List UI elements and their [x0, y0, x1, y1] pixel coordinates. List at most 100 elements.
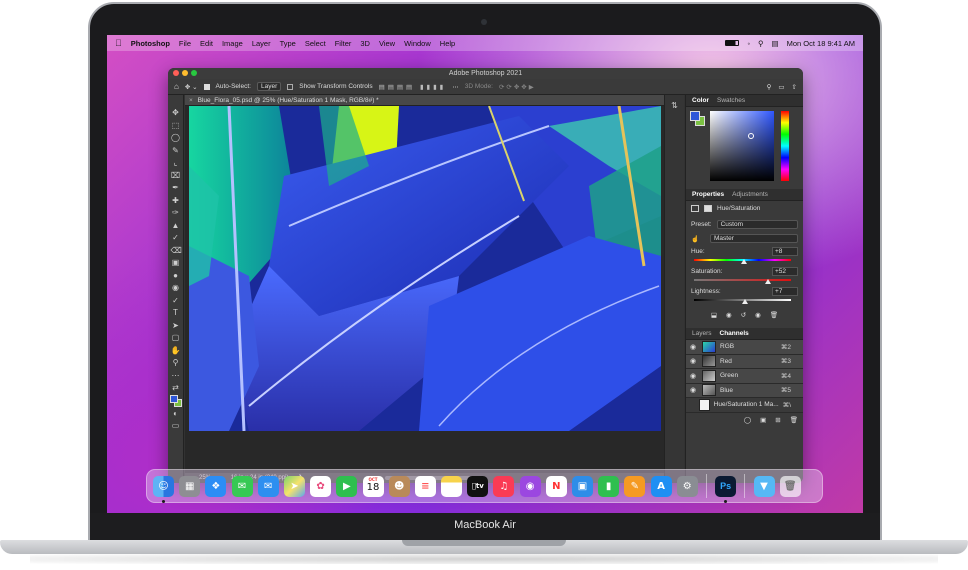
- move-tool-icon[interactable]: ✥ ⌄: [185, 83, 198, 91]
- mail-icon[interactable]: ✉: [257, 475, 279, 497]
- path-select-tool-icon[interactable]: ➤: [171, 320, 181, 332]
- maps-icon[interactable]: ➤: [283, 475, 305, 497]
- move-tool-icon[interactable]: ✥: [171, 107, 181, 119]
- hand-tool-icon[interactable]: ✋: [171, 345, 181, 357]
- apple-menu-icon[interactable]: : [115, 38, 122, 48]
- healing-tool-icon[interactable]: ✚: [171, 195, 181, 207]
- channel-row[interactable]: ◉ Blue ⌘5: [686, 383, 803, 398]
- facetime-icon[interactable]: ▶: [336, 475, 358, 497]
- close-button[interactable]: [173, 70, 179, 76]
- fg-bg-swatch[interactable]: [690, 111, 706, 127]
- save-selection-icon[interactable]: ▣: [760, 416, 766, 424]
- hue-thumb[interactable]: [741, 259, 748, 264]
- system-preferences-icon[interactable]: ⚙: [676, 475, 698, 497]
- tab-swatches[interactable]: Swatches: [717, 97, 745, 104]
- swap-colors-icon[interactable]: ⇄: [171, 382, 181, 394]
- menu-app-name[interactable]: Photoshop: [131, 39, 170, 48]
- hue-slider[interactable]: [781, 111, 789, 181]
- calendar-icon[interactable]: OCT 18: [362, 475, 384, 497]
- eye-icon[interactable]: ◉: [690, 343, 698, 351]
- transform-controls-checkbox[interactable]: [287, 83, 294, 90]
- channel-row[interactable]: ◉ RGB ⌘2: [686, 340, 803, 355]
- targeted-adjustment-icon[interactable]: ☝: [691, 235, 705, 243]
- trash-icon[interactable]: 🗑: [779, 475, 801, 497]
- stamp-tool-icon[interactable]: ▲: [171, 220, 181, 232]
- zoom-button[interactable]: [191, 70, 197, 76]
- more-options-icon[interactable]: ⋯: [452, 83, 459, 91]
- foreground-background-swatch[interactable]: [169, 394, 182, 407]
- podcasts-icon[interactable]: ◉: [519, 475, 541, 497]
- history-icon[interactable]: ⇅: [665, 101, 684, 110]
- launchpad-icon[interactable]: ▦: [179, 475, 201, 497]
- menu-select[interactable]: Select: [305, 39, 326, 48]
- battery-icon[interactable]: [725, 40, 740, 46]
- tab-channels[interactable]: Channels: [720, 330, 749, 337]
- view-previous-icon[interactable]: ◉: [726, 311, 732, 319]
- menu-view[interactable]: View: [379, 39, 395, 48]
- auto-select-dropdown[interactable]: Layer: [256, 82, 282, 91]
- lightness-thumb[interactable]: [742, 299, 749, 304]
- channel-row[interactable]: Hue/Saturation 1 Ma... ⌘\: [686, 398, 803, 413]
- delete-icon[interactable]: 🗑: [770, 311, 778, 319]
- frame-tool-icon[interactable]: ⌧: [171, 170, 181, 182]
- delete-icon[interactable]: 🗑: [790, 416, 798, 424]
- saturation-value[interactable]: +52: [772, 267, 798, 276]
- reminders-icon[interactable]: ≡: [414, 475, 436, 497]
- auto-select-checkbox[interactable]: [203, 83, 210, 90]
- quick-select-tool-icon[interactable]: ✎: [171, 145, 181, 157]
- clip-to-layer-icon[interactable]: ⬓: [711, 311, 717, 319]
- photos-icon[interactable]: ✿: [310, 475, 332, 497]
- notes-icon[interactable]: [441, 475, 463, 497]
- lightness-value[interactable]: +7: [772, 287, 798, 296]
- search-icon[interactable]: ⚲: [767, 83, 772, 91]
- preset-dropdown[interactable]: Custom: [716, 220, 798, 229]
- share-icon[interactable]: ⇧: [792, 83, 797, 91]
- menu-edit[interactable]: Edit: [200, 39, 213, 48]
- marquee-tool-icon[interactable]: ⬚: [171, 120, 181, 132]
- tab-layers[interactable]: Layers: [692, 330, 712, 337]
- menu-image[interactable]: Image: [222, 39, 243, 48]
- menu-type[interactable]: Type: [280, 39, 296, 48]
- screen-mode-icon[interactable]: ▭: [171, 420, 181, 432]
- zoom-tool-icon[interactable]: ⚲: [171, 357, 181, 369]
- menu-3d[interactable]: 3D: [360, 39, 370, 48]
- lightness-slider-control[interactable]: [694, 297, 791, 304]
- close-tab-icon[interactable]: ×: [189, 97, 193, 104]
- saturation-brightness-field[interactable]: [710, 111, 774, 181]
- wifi-icon[interactable]: ◦: [747, 39, 750, 48]
- tab-adjustments[interactable]: Adjustments: [732, 191, 768, 198]
- tab-color[interactable]: Color: [692, 97, 709, 104]
- document-tab[interactable]: × Blue_Flora_05.psd @ 25% (Hue/Saturatio…: [185, 95, 664, 106]
- eyedropper-tool-icon[interactable]: ✒: [171, 182, 181, 194]
- tab-properties[interactable]: Properties: [692, 191, 724, 198]
- finder-icon[interactable]: ☺: [153, 475, 174, 503]
- quick-mask-icon[interactable]: ◐: [171, 408, 181, 420]
- new-channel-icon[interactable]: ⊞: [775, 416, 780, 424]
- eye-icon[interactable]: ◉: [690, 386, 698, 394]
- hue-slider-control[interactable]: [694, 257, 791, 264]
- music-icon[interactable]: ♫: [493, 475, 515, 497]
- image-canvas[interactable]: [189, 106, 661, 431]
- load-selection-icon[interactable]: ◯: [744, 416, 751, 424]
- channel-row[interactable]: ◉ Green ⌘4: [686, 369, 803, 384]
- messages-icon[interactable]: ✉: [231, 475, 253, 497]
- search-icon[interactable]: ⚲: [758, 39, 764, 48]
- more-tools-icon[interactable]: ⋯: [171, 370, 181, 382]
- workspace-icon[interactable]: ▭: [778, 83, 784, 91]
- channel-row[interactable]: ◉ Red ⌘3: [686, 354, 803, 369]
- reset-icon[interactable]: ↺: [741, 311, 746, 319]
- news-icon[interactable]: N: [545, 475, 567, 497]
- eye-icon[interactable]: ◉: [690, 372, 698, 380]
- menu-clock[interactable]: Mon Oct 18 9:41 AM: [787, 39, 855, 48]
- menu-window[interactable]: Window: [404, 39, 431, 48]
- crop-tool-icon[interactable]: ⌞: [171, 157, 181, 169]
- home-icon[interactable]: ⌂: [174, 82, 179, 91]
- history-brush-tool-icon[interactable]: ✓: [171, 232, 181, 244]
- eye-icon[interactable]: ◉: [690, 357, 698, 365]
- saturation-slider-control[interactable]: [694, 277, 791, 284]
- eraser-tool-icon[interactable]: ⌫: [171, 245, 182, 257]
- lasso-tool-icon[interactable]: ◯: [171, 132, 181, 144]
- range-dropdown[interactable]: Master: [710, 234, 798, 243]
- gradient-tool-icon[interactable]: ▣: [171, 257, 181, 269]
- brush-tool-icon[interactable]: ✑: [171, 207, 181, 219]
